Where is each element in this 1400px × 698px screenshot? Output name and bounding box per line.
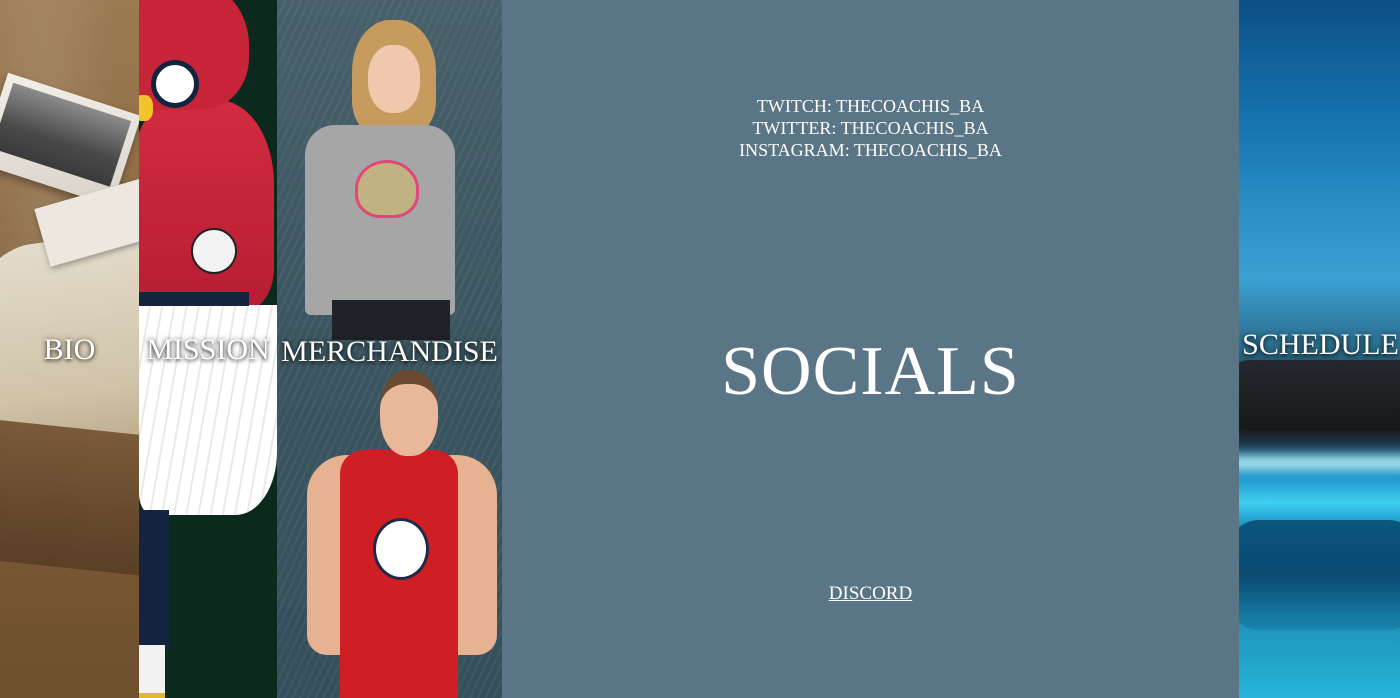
mascot-beak-image bbox=[139, 95, 153, 121]
book-cover-image bbox=[0, 418, 139, 582]
mascot-shoe-image bbox=[139, 645, 165, 698]
mascot-belt-image bbox=[139, 292, 249, 306]
tshirt-logo-image bbox=[355, 160, 419, 218]
panel-bio-label[interactable]: BIO bbox=[0, 333, 139, 367]
panel-mission-label[interactable]: MISSION bbox=[139, 333, 277, 367]
game-controller-image bbox=[1239, 360, 1400, 430]
mascot-sock-image bbox=[139, 510, 169, 650]
tank-top-logo-image bbox=[373, 518, 429, 580]
jeans-image bbox=[332, 300, 450, 340]
discord-link-container: DISCORD bbox=[502, 583, 1239, 605]
panel-merchandise[interactable]: MERCHANDISE bbox=[277, 0, 502, 698]
instagram-handle: INSTAGRAM: THECOACHIS_BA bbox=[739, 140, 1002, 160]
baseball-image bbox=[191, 228, 237, 274]
panel-bio[interactable]: BIO bbox=[0, 0, 139, 698]
tshirt-image bbox=[305, 125, 455, 315]
discord-link[interactable]: DISCORD bbox=[829, 583, 912, 604]
panel-socials: TWITCH: THECOACHIS_BA TWITTER: THECOACHI… bbox=[502, 0, 1239, 698]
panel-schedule[interactable]: SCHEDULE bbox=[1239, 0, 1400, 698]
light-glow-image bbox=[1239, 455, 1400, 471]
twitter-handle: TWITTER: THECOACHIS_BA bbox=[752, 118, 989, 138]
mascot-eye-image bbox=[151, 60, 199, 108]
controller-reflection-image bbox=[1239, 520, 1400, 630]
model-face-image bbox=[380, 370, 438, 456]
mascot-body-image bbox=[139, 100, 274, 310]
socials-title: SOCIALS bbox=[721, 333, 1020, 410]
twitch-handle: TWITCH: THECOACHIS_BA bbox=[756, 96, 985, 116]
panel-mission[interactable]: MISSION bbox=[139, 0, 277, 698]
panel-merchandise-label[interactable]: MERCHANDISE bbox=[277, 335, 502, 369]
social-handles-list: TWITCH: THECOACHIS_BA TWITTER: THECOACHI… bbox=[502, 95, 1239, 161]
panel-schedule-label[interactable]: SCHEDULE bbox=[1239, 328, 1400, 362]
model-face-image bbox=[368, 45, 420, 113]
